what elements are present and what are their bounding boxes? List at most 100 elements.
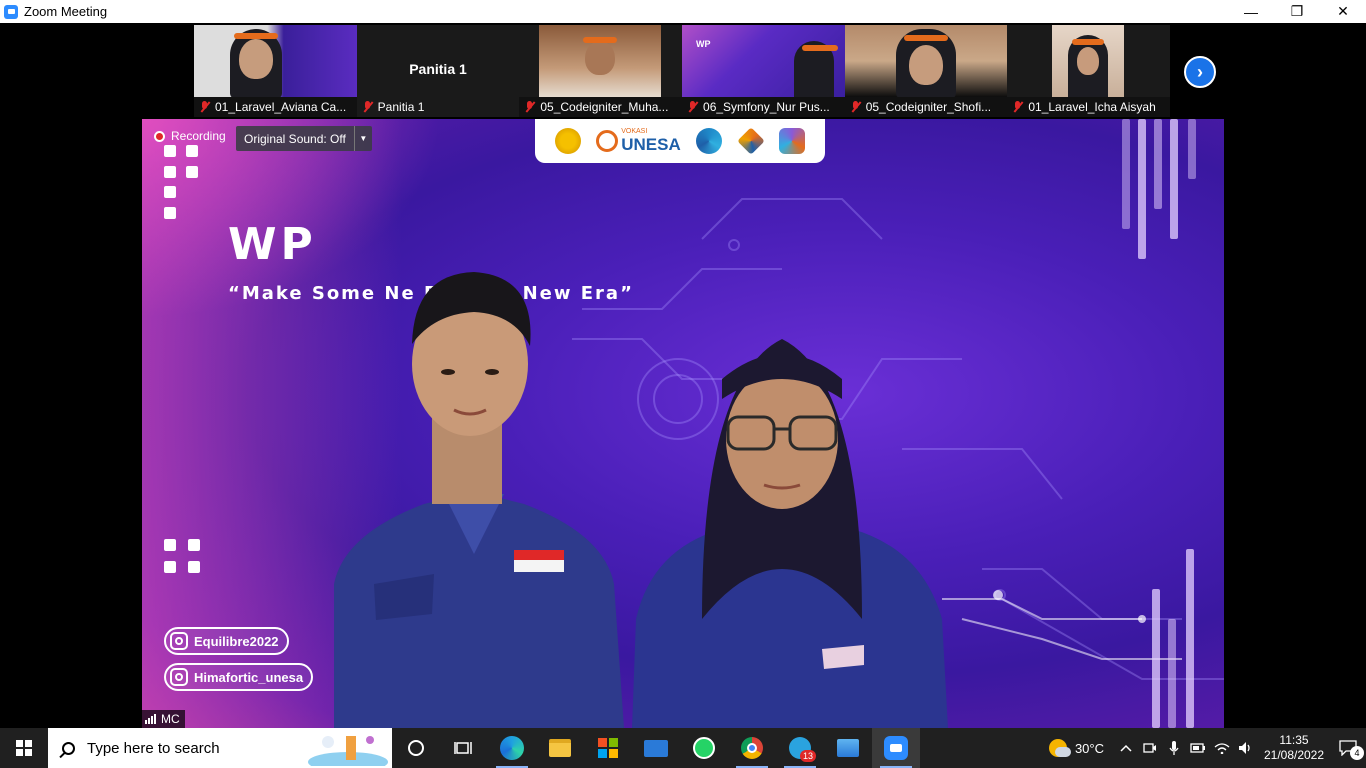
participant-namebar: 01_Laravel_Aviana Ca...: [194, 97, 357, 117]
clock-time: 11:35: [1279, 733, 1309, 747]
weather-widget[interactable]: 30°C: [1048, 739, 1104, 757]
presenter-male: [334, 272, 624, 728]
active-speaker-video: VOKASI UNESA Recording Original Sound: O…: [142, 119, 1224, 728]
participant-namebar: Panitia 1: [356, 97, 520, 117]
weather-icon: [1048, 739, 1071, 757]
participant-namebar: 06_Symfony_Nur Pus...: [682, 97, 845, 117]
gallery-strip: 01_Laravel_Aviana Ca... Panitia 1 Paniti…: [194, 25, 1171, 117]
himafortic-logo-icon: [696, 128, 723, 154]
muted-mic-icon: [200, 101, 210, 113]
next-page-button[interactable]: ›: [1184, 56, 1216, 88]
unesa-text: UNESA: [621, 134, 681, 154]
chevron-up-icon[interactable]: [1114, 728, 1138, 768]
window-controls: — ❐ ✕: [1228, 0, 1366, 23]
edge-icon[interactable]: [488, 728, 536, 768]
vokasi-text: VOKASI: [621, 127, 648, 135]
participant-video: [1052, 25, 1125, 105]
participant-namebar: 01_Laravel_Icha Aisyah: [1007, 97, 1171, 117]
participant-video: [844, 25, 1008, 99]
restore-button[interactable]: ❐: [1274, 0, 1320, 23]
taskbar-clock[interactable]: 11:35 21/08/2022: [1258, 733, 1330, 763]
sponsor-logos: VOKASI UNESA: [535, 119, 825, 163]
weather-temp: 30°C: [1074, 740, 1104, 756]
recording-indicator[interactable]: Recording: [154, 129, 226, 143]
wifi-icon[interactable]: [1210, 728, 1234, 768]
devcon-logo-icon: [779, 128, 806, 154]
telegram-badge: 13: [799, 750, 816, 762]
participant-name: 05_Codeigniter_Muha...: [540, 100, 669, 114]
university-logo-icon: [554, 128, 581, 154]
photos-icon[interactable]: [824, 728, 872, 768]
notification-badge: 4: [1350, 746, 1364, 760]
participant-video: [539, 25, 662, 97]
file-explorer-icon[interactable]: [536, 728, 584, 768]
participant-tile[interactable]: 05_Codeigniter_Shofi...: [844, 25, 1008, 117]
participant-name: 01_Laravel_Icha Aisyah: [1028, 100, 1156, 114]
task-view-icon[interactable]: [440, 728, 488, 768]
mini-wp-title: WP: [696, 39, 711, 49]
taskbar-search[interactable]: Type here to search: [48, 728, 392, 768]
task-view-button[interactable]: [392, 728, 440, 768]
meeting-stage: 01_Laravel_Aviana Ca... Panitia 1 Paniti…: [0, 23, 1366, 728]
social-handle: Equilibre2022: [164, 627, 289, 655]
mail-icon[interactable]: [632, 728, 680, 768]
system-tray: 30°C 11:35 21/08/2022 4: [1048, 728, 1366, 768]
participant-name: Panitia 1: [377, 100, 425, 114]
speaker-name-label: MC: [142, 710, 185, 728]
search-placeholder[interactable]: Type here to search: [87, 740, 220, 757]
muted-mic-icon: [525, 101, 535, 113]
search-icon: [62, 741, 75, 755]
windows-logo-icon: [16, 740, 32, 756]
whatsapp-icon[interactable]: [680, 728, 728, 768]
cortana-circle-icon: [408, 740, 424, 756]
close-button[interactable]: ✕: [1320, 0, 1366, 23]
window-title: Zoom Meeting: [24, 4, 108, 19]
microsoft-store-icon[interactable]: [584, 728, 632, 768]
muted-mic-icon: [1013, 101, 1023, 113]
battery-icon[interactable]: [1186, 728, 1210, 768]
muted-mic-icon: [363, 101, 373, 113]
signal-strength-icon: [145, 714, 157, 724]
participant-video: [194, 25, 357, 99]
muted-mic-icon: [851, 101, 861, 113]
participant-namebar: 05_Codeigniter_Shofi...: [844, 97, 1008, 117]
participant-name: 06_Symfony_Nur Pus...: [703, 100, 830, 114]
participant-tile[interactable]: 05_Codeigniter_Muha...: [519, 25, 683, 117]
chevron-down-icon[interactable]: ▼: [353, 126, 372, 151]
equilibre-logo-icon: [736, 127, 765, 155]
windows-taskbar: Type here to search 13 30°C 11:35 21/08/…: [0, 728, 1366, 768]
zoom-taskbar-icon[interactable]: [872, 728, 920, 768]
notification-center-button[interactable]: 4: [1330, 728, 1366, 768]
participant-tile[interactable]: Panitia 1 Panitia 1: [356, 25, 520, 117]
clock-date: 21/08/2022: [1263, 748, 1325, 762]
participant-tile[interactable]: 01_Laravel_Aviana Ca...: [194, 25, 357, 117]
telegram-icon[interactable]: 13: [776, 728, 824, 768]
participant-tile[interactable]: WP 06_Symfony_Nur Pus...: [682, 25, 845, 117]
minimize-button[interactable]: —: [1228, 0, 1274, 23]
instagram-icon: [170, 632, 188, 650]
social-handle-text: Equilibre2022: [194, 633, 279, 649]
record-dot-icon: [154, 130, 165, 142]
zoom-app-icon: [4, 4, 18, 19]
start-button[interactable]: [0, 728, 48, 768]
muted-mic-icon: [688, 101, 698, 113]
title-bar: Zoom Meeting — ❐ ✕: [0, 0, 1366, 23]
original-sound-label[interactable]: Original Sound: Off: [236, 126, 354, 151]
participant-tile[interactable]: 01_Laravel_Icha Aisyah: [1007, 25, 1171, 117]
recording-label: Recording: [171, 129, 226, 143]
vokasi-ring-icon: [596, 130, 619, 152]
participant-name: 05_Codeigniter_Shofi...: [865, 100, 992, 114]
meet-now-icon[interactable]: [1138, 728, 1162, 768]
participant-display-name: Panitia 1: [409, 61, 467, 77]
presenter-female: [632, 339, 948, 728]
chrome-icon[interactable]: [728, 728, 776, 768]
microphone-icon[interactable]: [1162, 728, 1186, 768]
social-handle-text: Himafortic_unesa: [194, 669, 304, 685]
search-highlight-illustration: [308, 736, 388, 766]
original-sound-toggle[interactable]: Original Sound: Off ▼: [236, 126, 372, 151]
social-handle: Himafortic_unesa: [164, 663, 314, 691]
speaker-name: MC: [161, 712, 180, 726]
volume-icon[interactable]: [1234, 728, 1258, 768]
instagram-icon: [170, 668, 188, 686]
event-title: WP: [228, 219, 317, 270]
